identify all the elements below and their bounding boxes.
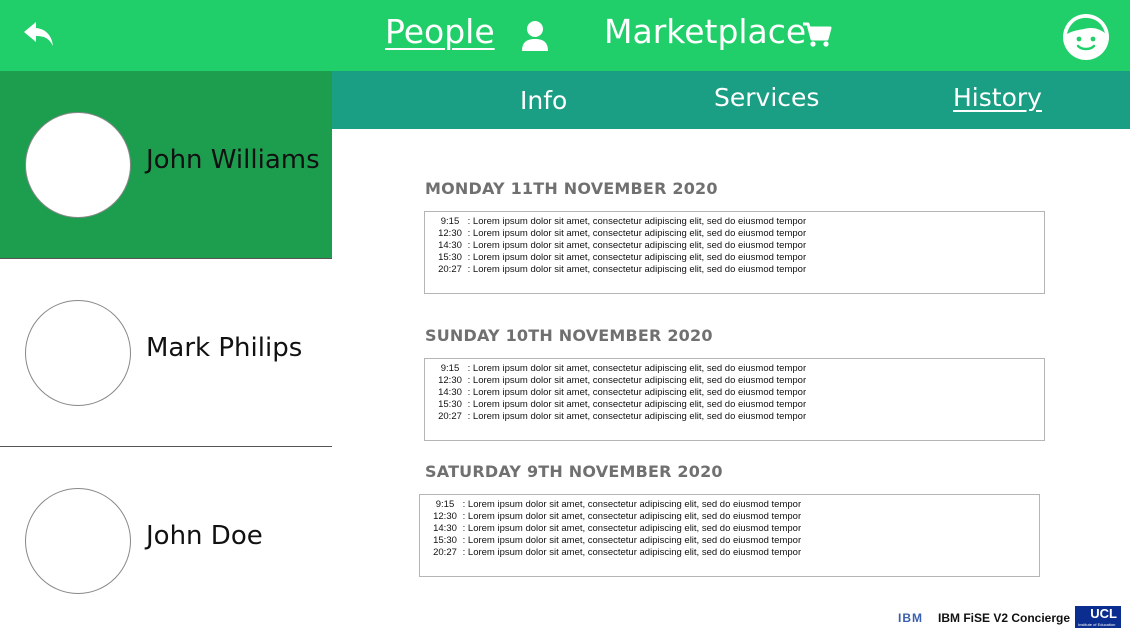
entry-time: 20:27	[433, 547, 457, 558]
entry-time: 15:30	[438, 252, 462, 263]
tab-info[interactable]: Info	[520, 86, 567, 115]
day-heading: SUNDAY 10TH NOVEMBER 2020	[425, 326, 713, 345]
history-entry: 14:30 : Lorem ipsum dolor sit amet, cons…	[435, 387, 1044, 399]
entry-text: Lorem ipsum dolor sit amet, consectetur …	[467, 499, 802, 510]
ucl-logo-subtitle: Institute of Education	[1078, 622, 1116, 627]
entry-text: Lorem ipsum dolor sit amet, consectetur …	[472, 252, 807, 263]
cart-icon[interactable]	[802, 21, 832, 49]
history-entry: 9:15 : Lorem ipsum dolor sit amet, conse…	[435, 363, 1044, 375]
entry-text: Lorem ipsum dolor sit amet, consectetur …	[472, 240, 807, 251]
entry-time: 20:27	[438, 264, 462, 275]
entry-text: Lorem ipsum dolor sit amet, consectetur …	[467, 535, 802, 546]
day-heading: MONDAY 11TH NOVEMBER 2020	[425, 179, 718, 198]
contact-item-john-doe[interactable]: John Doe	[0, 447, 332, 641]
history-entry: 14:30 : Lorem ipsum dolor sit amet, cons…	[435, 240, 1044, 252]
entry-time: 14:30	[438, 387, 462, 398]
entry-time: 9:15	[440, 216, 460, 227]
entry-text: Lorem ipsum dolor sit amet, consectetur …	[467, 511, 802, 522]
entry-time: 14:30	[438, 240, 462, 251]
entry-text: Lorem ipsum dolor sit amet, consectetur …	[472, 216, 807, 227]
day-heading: SATURDAY 9TH NOVEMBER 2020	[425, 462, 723, 481]
history-day-box: 9:15 : Lorem ipsum dolor sit amet, conse…	[424, 211, 1045, 294]
entry-time: 12:30	[433, 511, 457, 522]
history-entry: 20:27 : Lorem ipsum dolor sit amet, cons…	[430, 547, 1039, 559]
entry-time: 15:30	[433, 535, 457, 546]
entry-text: Lorem ipsum dolor sit amet, consectetur …	[472, 363, 807, 374]
history-entry: 9:15 : Lorem ipsum dolor sit amet, conse…	[435, 216, 1044, 228]
contact-name: John Williams	[146, 145, 320, 175]
entry-text: Lorem ipsum dolor sit amet, consectetur …	[472, 375, 807, 386]
entry-text: Lorem ipsum dolor sit amet, consectetur …	[472, 411, 807, 422]
history-entry: 9:15 : Lorem ipsum dolor sit amet, conse…	[430, 499, 1039, 511]
ibm-logo: IBM	[898, 611, 923, 625]
entry-time: 12:30	[438, 375, 462, 386]
entry-time: 12:30	[438, 228, 462, 239]
nav-people-link[interactable]: People	[385, 12, 495, 51]
entry-text: Lorem ipsum dolor sit amet, consectetur …	[472, 387, 807, 398]
entry-time: 9:15	[435, 499, 455, 510]
history-entry: 20:27 : Lorem ipsum dolor sit amet, cons…	[435, 411, 1044, 423]
entry-time: 14:30	[433, 523, 457, 534]
ucl-logo: UCL Institute of Education	[1075, 606, 1121, 628]
avatar	[25, 300, 131, 406]
history-day-box: 9:15 : Lorem ipsum dolor sit amet, conse…	[419, 494, 1040, 577]
history-entry: 14:30 : Lorem ipsum dolor sit amet, cons…	[430, 523, 1039, 535]
entry-time: 9:15	[440, 363, 460, 374]
history-entry: 15:30 : Lorem ipsum dolor sit amet, cons…	[435, 399, 1044, 411]
history-entry: 12:30 : Lorem ipsum dolor sit amet, cons…	[435, 228, 1044, 240]
tab-history[interactable]: History	[953, 83, 1042, 112]
nav-marketplace-link[interactable]: Marketplace	[604, 12, 806, 51]
history-entry: 12:30 : Lorem ipsum dolor sit amet, cons…	[430, 511, 1039, 523]
entry-text: Lorem ipsum dolor sit amet, consectetur …	[467, 523, 802, 534]
top-bar: People Marketplace	[0, 0, 1130, 71]
history-entry: 12:30 : Lorem ipsum dolor sit amet, cons…	[435, 375, 1044, 387]
avatar	[25, 112, 131, 218]
app-footer-label: IBM FiSE V2 Concierge	[938, 611, 1071, 625]
face-icon[interactable]	[1062, 13, 1110, 61]
contacts-sidebar: John Williams Mark Philips John Doe	[0, 71, 332, 641]
back-arrow-icon[interactable]	[22, 18, 58, 52]
entry-text: Lorem ipsum dolor sit amet, consectetur …	[472, 399, 807, 410]
history-entry: 15:30 : Lorem ipsum dolor sit amet, cons…	[435, 252, 1044, 264]
entry-text: Lorem ipsum dolor sit amet, consectetur …	[472, 264, 807, 275]
profile-tabs: Info Services History	[332, 71, 1130, 129]
history-day-box: 9:15 : Lorem ipsum dolor sit amet, conse…	[424, 358, 1045, 441]
entry-text: Lorem ipsum dolor sit amet, consectetur …	[467, 547, 802, 558]
entry-time: 20:27	[438, 411, 462, 422]
contact-item-john-williams[interactable]: John Williams	[0, 71, 332, 259]
contact-name: Mark Philips	[146, 333, 303, 363]
history-entry: 15:30 : Lorem ipsum dolor sit amet, cons…	[430, 535, 1039, 547]
entry-time: 15:30	[438, 399, 462, 410]
ucl-logo-text: UCL	[1090, 606, 1117, 621]
contact-name: John Doe	[146, 521, 263, 551]
contact-item-mark-philips[interactable]: Mark Philips	[0, 259, 332, 447]
person-icon	[520, 20, 550, 52]
history-entry: 20:27 : Lorem ipsum dolor sit amet, cons…	[435, 264, 1044, 276]
avatar	[25, 488, 131, 594]
tab-services[interactable]: Services	[714, 83, 819, 112]
entry-text: Lorem ipsum dolor sit amet, consectetur …	[472, 228, 807, 239]
